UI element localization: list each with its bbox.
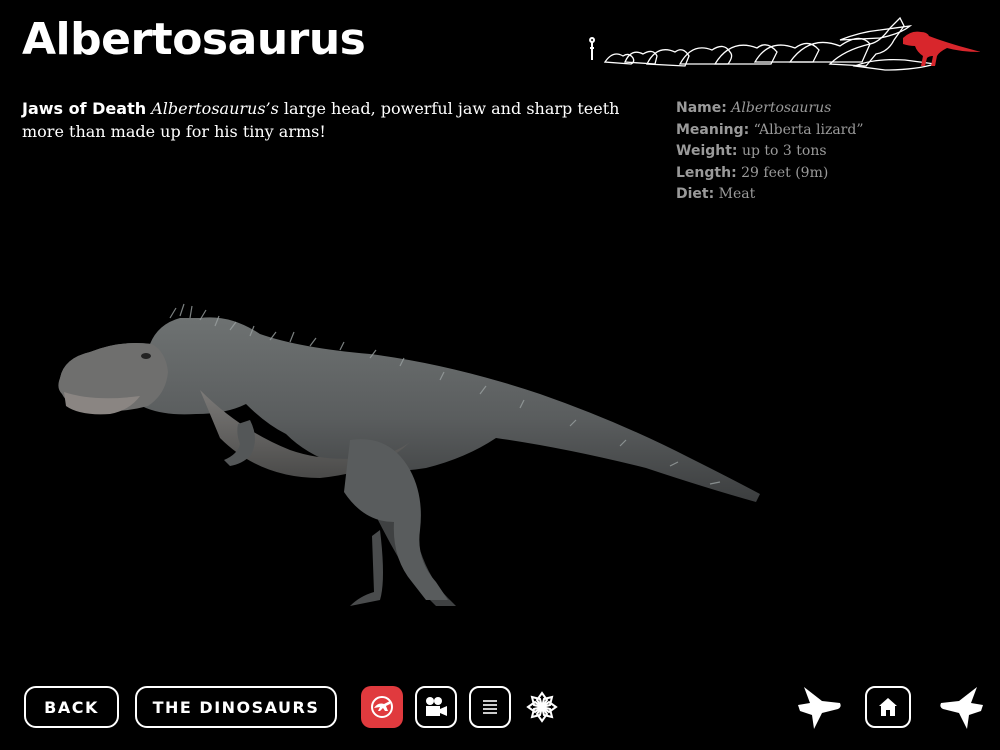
home-button[interactable] [865,686,911,728]
back-button[interactable]: BACK [24,686,119,728]
dinosaur-view-button[interactable] [361,686,403,728]
fact-name: Name: Albertosaurus [676,100,832,116]
snowflake-icon [526,691,558,723]
text-lines-icon [483,700,497,714]
video-button[interactable] [415,686,457,728]
human-silhouette [589,37,596,60]
next-dinosaur-button[interactable] [936,680,988,732]
caption-heading: Jaws of Death [22,99,147,118]
description-caption: Jaws of Death Albertosaurus’s large head… [22,97,622,143]
fact-sheet: Name: Albertosaurus Meaning: “Alberta li… [676,98,863,206]
home-icon [879,698,897,716]
dinosaur-near-foot [350,530,383,606]
prev-dinosaur-arrow-icon [798,687,841,729]
video-camera-icon [426,697,447,716]
size-comparison-strip [589,16,980,71]
next-dinosaur-arrow-icon [940,687,983,729]
text-view-button[interactable] [469,686,511,728]
dinosaur-icon [371,696,393,718]
dinosaur-eye [141,353,151,359]
albertosaurus-3d-model[interactable] [50,300,770,630]
the-dinosaurs-button[interactable]: THE DINOSAURS [135,686,337,728]
previous-dinosaur-button[interactable] [793,680,845,732]
fact-length: Length: 29 feet (9m) [676,164,829,181]
fact-diet: Diet: Meat [676,186,756,202]
fact-weight: Weight: up to 3 tons [676,143,827,159]
caption-species-name: Albertosaurus’s [151,99,279,118]
page-title: Albertosaurus [22,14,366,65]
fact-meaning: Meaning: “Alberta lizard” [676,121,864,138]
snowflake-button[interactable] [521,686,563,728]
